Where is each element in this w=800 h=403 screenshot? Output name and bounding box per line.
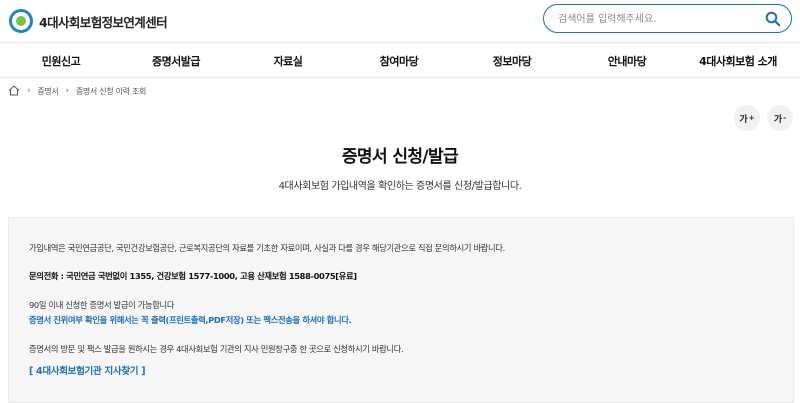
- home-icon[interactable]: [8, 84, 20, 98]
- minus-icon: -: [783, 114, 787, 122]
- nav-item-complaint[interactable]: 민원신고: [42, 53, 81, 69]
- notice-data-source: 가입내역은 국민연금공단, 국민건강보험공단, 근로복지공단의 자료를 기초한 …: [29, 243, 505, 253]
- nav-item-guide[interactable]: 안내마당: [608, 53, 647, 69]
- breadcrumb-item-current: 증명서 신청 이력 조회: [75, 86, 147, 96]
- page-subtitle: 4대사회보험 가입내역을 확인하는 증명서를 신청/발급합니다.: [278, 181, 522, 192]
- logo-text: 4대사회보험정보연계센터: [39, 14, 168, 30]
- breadcrumb: › 증명서 › 증명서 신청 이력 조회: [8, 84, 146, 98]
- breadcrumb-item-certificate[interactable]: 증명서: [37, 86, 58, 97]
- plus-icon: +: [748, 114, 755, 122]
- font-increase-label: 가: [739, 114, 748, 125]
- search-icon[interactable]: [765, 11, 781, 27]
- font-increase-button[interactable]: 가 +: [734, 105, 760, 131]
- logo-icon: [9, 9, 33, 33]
- page-title: 증명서 신청/발급: [341, 147, 459, 167]
- nav-item-information[interactable]: 정보마당: [493, 53, 532, 69]
- search-box: [543, 4, 792, 33]
- nav-item-certificate[interactable]: 증명서발급: [152, 53, 201, 69]
- font-decrease-button[interactable]: 가-: [767, 105, 793, 131]
- site-header: 4대사회보험정보연계센터: [0, 0, 800, 42]
- notice-contact: 문의전화 : 국민연금 국번없이 1355, 건강보험 1577-1000, 고…: [29, 271, 357, 281]
- site-logo[interactable]: 4대사회보험정보연계센터: [9, 9, 168, 33]
- chevron-right-icon: ›: [65, 86, 70, 96]
- main-navigation: 민원신고 증명서발급 자료실 참여마당 정보마당 안내마당 4대사회보험 소개: [0, 42, 800, 78]
- chevron-right-icon: ›: [27, 86, 31, 96]
- nav-item-resources[interactable]: 자료실: [274, 53, 303, 69]
- nav-item-participation[interactable]: 참여마당: [380, 53, 419, 69]
- notice-box: 가입내역은 국민연금공단, 국민건강보험공단, 근로복지공단의 자료를 기초한 …: [8, 217, 794, 403]
- search-input[interactable]: [558, 10, 758, 28]
- notice-visit-fax: 증명서의 방문 및 팩스 발급을 원하시는 경우 4대사회보험 기관의 지사 민…: [29, 344, 404, 354]
- notice-90-days: 90일 이내 신청한 증명서 발급이 가능합니다: [29, 300, 175, 310]
- notice-print-required: 증명서 진위여부 확인을 위해서는 꼭 출력(프린트출력,PDF저장) 또는 팩…: [29, 315, 352, 325]
- nav-item-about[interactable]: 4대사회보험 소개: [699, 53, 777, 69]
- font-decrease-label: 가: [773, 114, 783, 125]
- branch-finder-link[interactable]: [ 4대사회보험기관 지사찾기 ]: [29, 363, 146, 377]
